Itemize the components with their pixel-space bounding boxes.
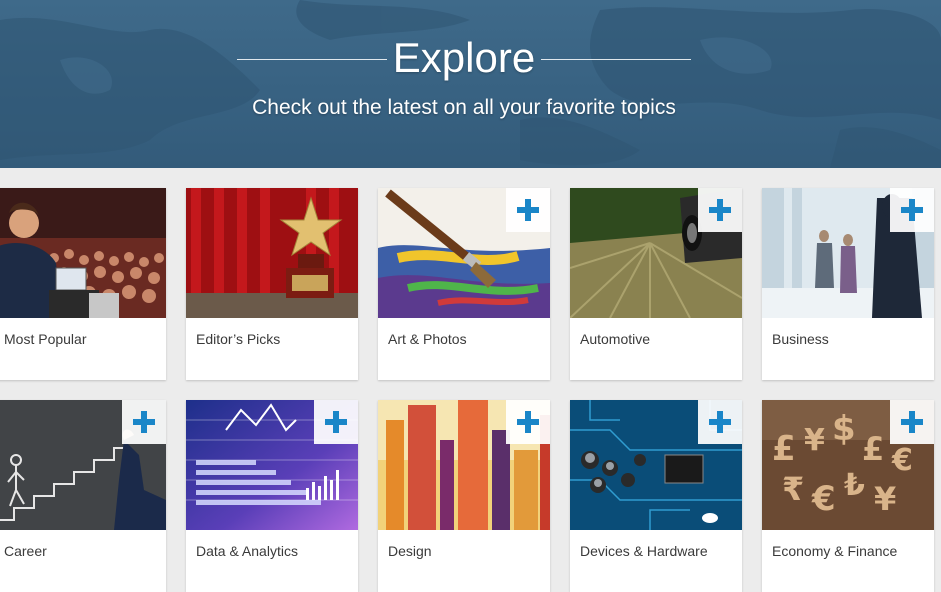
tile-label: Data & Analytics xyxy=(196,543,298,559)
add-topic-button[interactable] xyxy=(506,188,550,232)
add-topic-button[interactable] xyxy=(698,188,742,232)
tile-label: Editor’s Picks xyxy=(196,331,281,347)
add-topic-button[interactable] xyxy=(506,400,550,444)
title-rule-left xyxy=(237,59,387,60)
tile-label: Career xyxy=(4,543,47,559)
tile-label: Automotive xyxy=(580,331,651,347)
tile-label: Economy & Finance xyxy=(772,543,898,559)
svg-text:¥: ¥ xyxy=(804,423,825,458)
topic-tile-data-analytics[interactable]: Data & Analytics xyxy=(186,400,358,592)
tile-label: Art & Photos xyxy=(388,331,467,347)
star-trophy-image xyxy=(186,188,358,318)
topic-tile-career[interactable]: Career xyxy=(0,400,166,592)
topic-tile-art-photos[interactable]: Art & Photos xyxy=(378,188,550,380)
svg-text:₹: ₹ xyxy=(782,470,804,508)
svg-text:€: € xyxy=(811,479,836,519)
topic-tile-business[interactable]: Business xyxy=(762,188,934,380)
tile-label: Most Popular xyxy=(4,331,87,347)
page-title: Explore xyxy=(392,34,536,81)
add-topic-button[interactable] xyxy=(890,188,934,232)
conference-speaker-image xyxy=(0,188,166,318)
topic-tile-editors-picks[interactable]: Editor’s Picks xyxy=(186,188,358,380)
svg-text:€: € xyxy=(891,443,913,478)
svg-text:¥: ¥ xyxy=(874,480,896,518)
topic-tile-economy-finance[interactable]: £ ¥ $ £ € ₹ € ₺ ¥ Economy & Finance xyxy=(762,400,934,592)
page-subtitle: Check out the latest on all your favorit… xyxy=(252,96,676,119)
add-topic-button[interactable] xyxy=(314,400,358,444)
topic-tile-design[interactable]: Design xyxy=(378,400,550,592)
svg-text:£: £ xyxy=(862,430,884,468)
topic-tile-most-popular[interactable]: Most Popular xyxy=(0,188,166,380)
tile-label: Business xyxy=(772,331,829,347)
svg-text:$: $ xyxy=(832,409,856,449)
add-topic-button[interactable] xyxy=(890,400,934,444)
topic-tile-automotive[interactable]: Automotive xyxy=(570,188,742,380)
add-topic-button[interactable] xyxy=(122,400,166,444)
topic-tile-devices-hardware[interactable]: Devices & Hardware xyxy=(570,400,742,592)
tile-label: Devices & Hardware xyxy=(580,543,708,559)
svg-text:₺: ₺ xyxy=(844,468,865,503)
explore-banner: Explore Check out the latest on all your… xyxy=(0,0,941,168)
title-rule-right xyxy=(541,59,691,60)
add-topic-button[interactable] xyxy=(698,400,742,444)
tile-label: Design xyxy=(388,543,432,559)
svg-text:£: £ xyxy=(772,429,796,469)
